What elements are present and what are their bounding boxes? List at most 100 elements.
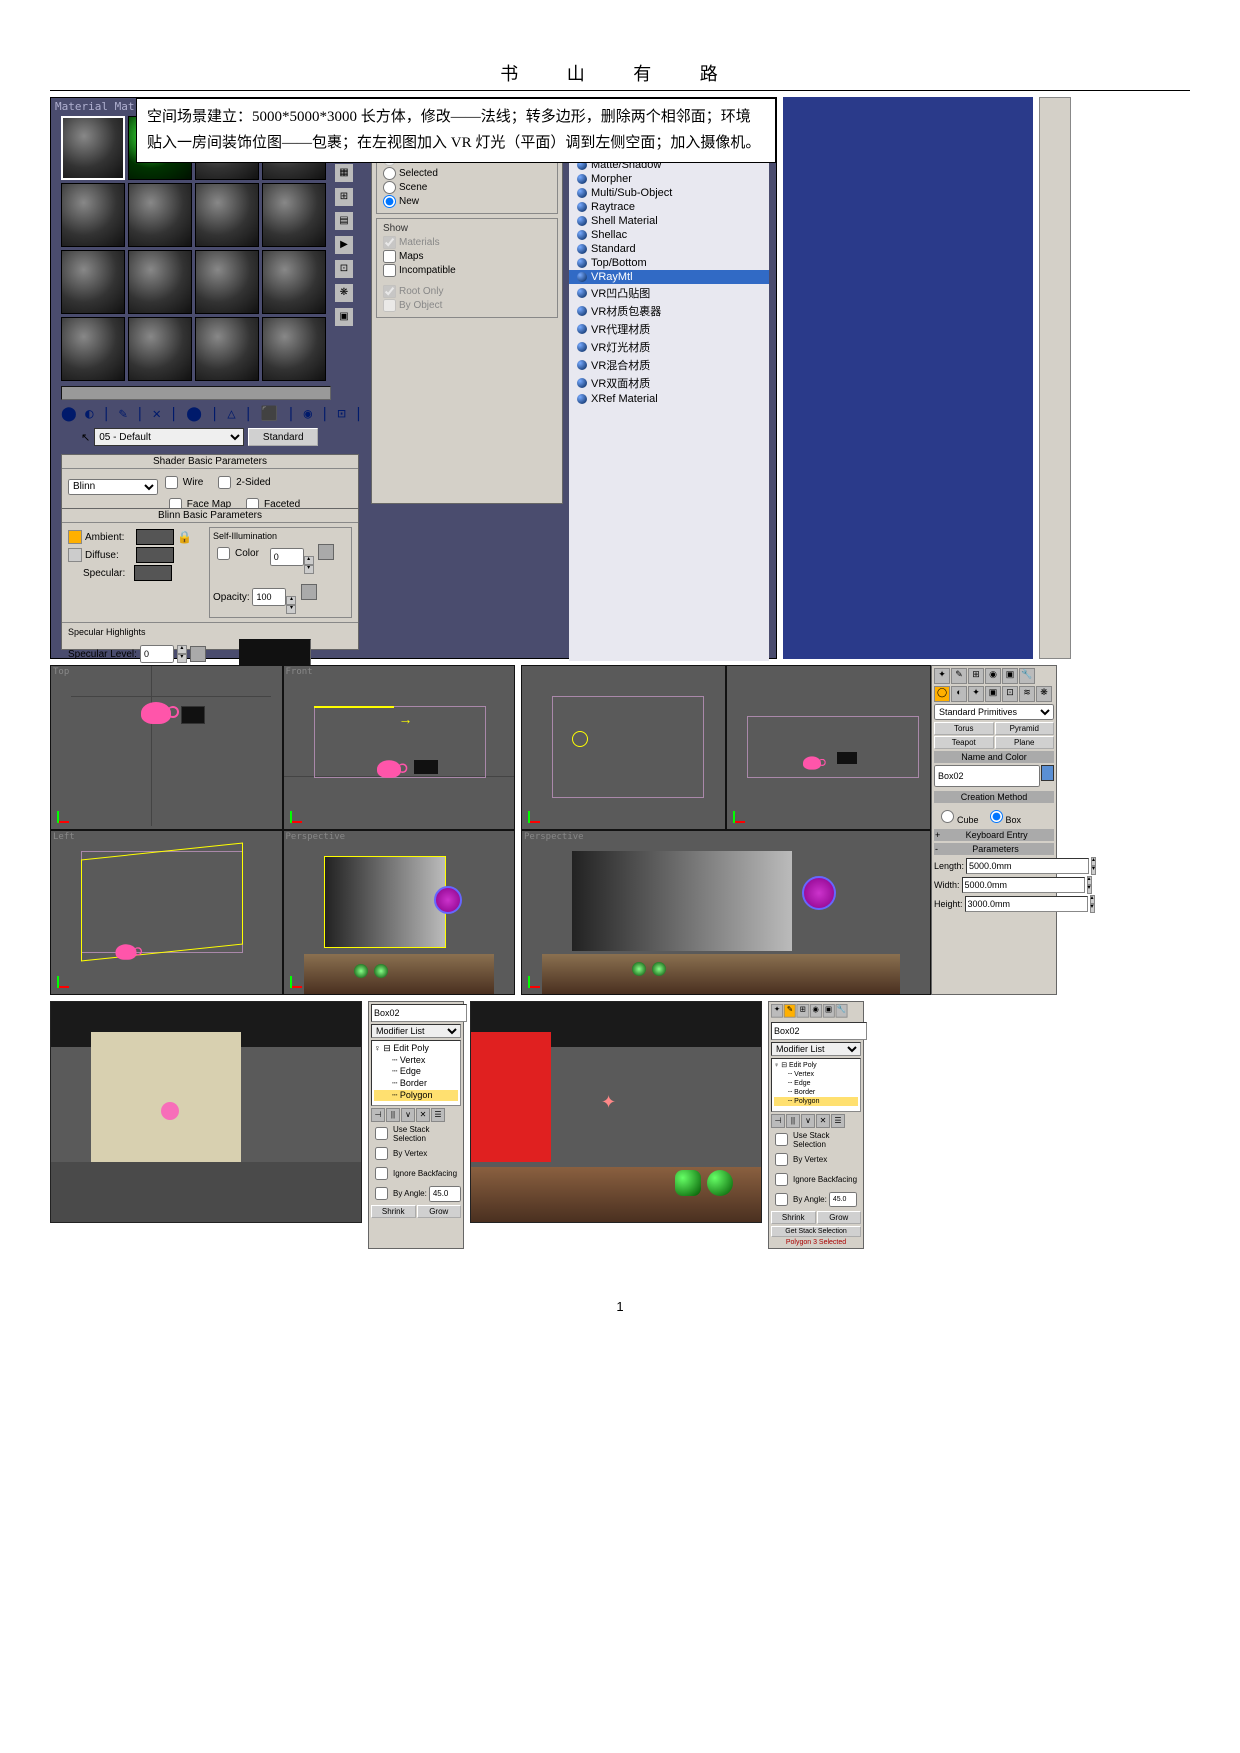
right-scroll[interactable] xyxy=(1039,97,1071,659)
two-sided-checkbox[interactable]: 2-Sided xyxy=(214,473,270,492)
material-slot[interactable] xyxy=(128,183,192,247)
lock-icon[interactable] xyxy=(68,548,82,562)
command-tabs[interactable]: ✦✎⊞◉▣🔧 xyxy=(771,1004,848,1018)
viewport-left[interactable]: Left xyxy=(50,830,283,995)
select-by-mat-icon[interactable]: ❋ xyxy=(335,284,353,302)
hierarchy-tab-icon[interactable]: ⊞ xyxy=(968,668,984,684)
create-tab-icon[interactable]: ✦ xyxy=(934,668,950,684)
browse-new[interactable]: New xyxy=(383,195,551,208)
torus-button[interactable]: Torus xyxy=(934,722,994,735)
material-slot[interactable] xyxy=(262,317,326,381)
material-slot[interactable] xyxy=(262,250,326,314)
box-radio[interactable]: Box xyxy=(985,807,1022,825)
ignore-backfacing-checkbox[interactable]: Ignore Backfacing xyxy=(371,1164,461,1183)
teapot-button[interactable]: Teapot xyxy=(934,736,994,749)
list-item-selected[interactable]: VRayMtl xyxy=(569,270,769,284)
modifier-stack[interactable]: ♀ ⊟ Edit Poly ┄ Vertex ┄ Edge ┄ Border ┄… xyxy=(771,1058,861,1112)
diffuse-swatch[interactable] xyxy=(136,547,174,563)
move-gizmo[interactable] xyxy=(802,876,836,910)
material-slot[interactable] xyxy=(195,183,259,247)
stack-toolbar[interactable]: ⊣||∨✕☰ xyxy=(771,1114,861,1128)
si-map-button[interactable] xyxy=(318,544,334,560)
list-item[interactable]: Raytrace xyxy=(569,200,769,214)
show-end-icon[interactable]: || xyxy=(386,1108,400,1122)
slot-scrollbar[interactable] xyxy=(61,386,331,400)
browse-scene[interactable]: Scene xyxy=(383,181,551,194)
spec-level-input[interactable] xyxy=(140,645,174,663)
sample-uv-icon[interactable]: ⊞ xyxy=(335,188,353,206)
geometry-icon[interactable]: ◯ xyxy=(934,686,950,702)
by-angle-checkbox[interactable]: By Angle: xyxy=(371,1184,461,1203)
by-vertex-checkbox[interactable]: By Vertex xyxy=(371,1144,461,1163)
opacity-map-button[interactable] xyxy=(301,584,317,600)
spinner-icon[interactable]: ▴▾ xyxy=(1090,895,1095,913)
list-item[interactable]: Morpher xyxy=(569,172,769,186)
lights-icon[interactable]: ✦ xyxy=(968,686,984,702)
pin-icon[interactable]: ⊣ xyxy=(371,1108,385,1122)
by-angle-checkbox[interactable]: By Angle: xyxy=(771,1190,861,1209)
modifier-stack[interactable]: ♀ ⊟ Edit Poly ┄ Vertex ┄ Edge ┄ Border ┄… xyxy=(371,1040,461,1106)
color-swatch[interactable] xyxy=(1041,765,1054,781)
stack-toolbar[interactable]: ⊣||∨✕☰ xyxy=(371,1108,461,1122)
object-name-input[interactable] xyxy=(934,765,1040,787)
spinner-icon[interactable]: ▴▾ xyxy=(177,645,187,663)
list-item[interactable]: Standard xyxy=(569,242,769,256)
create-category-tabs[interactable]: ◯◐✦▣⊡≋❋ xyxy=(934,686,1054,702)
length-input[interactable] xyxy=(966,858,1089,874)
get-stack-button[interactable]: Get Stack Selection xyxy=(771,1226,861,1237)
si-value-input[interactable] xyxy=(270,548,304,566)
spec-map-button[interactable] xyxy=(190,646,206,662)
remove-icon[interactable]: ✕ xyxy=(416,1108,430,1122)
display-tab-icon[interactable]: ▣ xyxy=(1002,668,1018,684)
viewport-top[interactable] xyxy=(521,665,726,830)
systems-icon[interactable]: ❋ xyxy=(1036,686,1052,702)
object-name-input[interactable] xyxy=(371,1004,467,1022)
material-name-dropdown[interactable]: 05 - Default xyxy=(94,428,244,446)
height-input[interactable] xyxy=(965,896,1088,912)
utility-tab-icon[interactable]: 🔧 xyxy=(1019,668,1035,684)
shrink-button[interactable]: Shrink xyxy=(771,1211,816,1224)
creation-method-header[interactable]: Creation Method xyxy=(934,791,1054,803)
material-toolbar[interactable]: ⬤ ◐ | ✎ | ✕ | ⬤ | △ | ⬛ | ◉ | ⊡ | ⫿⫿ ◈ ✦ xyxy=(61,406,414,422)
parameters-header[interactable]: -Parameters xyxy=(934,843,1054,855)
material-type-list[interactable]: DirectX 9 Shader Double Sided Ink 'n Pai… xyxy=(569,98,769,661)
ignore-backfacing-checkbox[interactable]: Ignore Backfacing xyxy=(771,1170,861,1189)
mat-map-nav-icon[interactable]: ▣ xyxy=(335,308,353,326)
modifier-list-dropdown[interactable]: Modifier List xyxy=(371,1024,461,1038)
plane-button[interactable]: Plane xyxy=(995,736,1055,749)
material-type-button[interactable]: Standard xyxy=(248,428,318,446)
viewport-top[interactable]: Top xyxy=(50,665,283,830)
material-slot[interactable] xyxy=(61,317,125,381)
rollout-title[interactable]: Blinn Basic Parameters xyxy=(62,509,358,523)
list-item[interactable]: VR灯光材质 xyxy=(569,338,769,356)
material-slot[interactable] xyxy=(128,317,192,381)
spinner-icon[interactable]: ▴▾ xyxy=(304,556,314,574)
opacity-input[interactable] xyxy=(252,588,286,606)
list-item[interactable]: VR双面材质 xyxy=(569,374,769,392)
viewport-front[interactable] xyxy=(726,665,931,830)
list-item[interactable]: VR材质包裹器 xyxy=(569,302,769,320)
modifier-list-dropdown[interactable]: Modifier List xyxy=(771,1042,861,1056)
options-icon[interactable]: ⊡ xyxy=(335,260,353,278)
helpers-icon[interactable]: ⊡ xyxy=(1002,686,1018,702)
rollout-title[interactable]: Shader Basic Parameters xyxy=(62,455,358,469)
cube-radio[interactable]: Cube xyxy=(936,807,979,825)
material-slot[interactable] xyxy=(128,250,192,314)
material-slot[interactable] xyxy=(262,183,326,247)
by-vertex-checkbox[interactable]: By Vertex xyxy=(771,1150,861,1169)
shader-dropdown[interactable]: Blinn xyxy=(68,479,158,495)
spinner-icon[interactable]: ▴▾ xyxy=(286,596,296,614)
list-item[interactable]: Multi/Sub-Object xyxy=(569,186,769,200)
ambient-swatch[interactable] xyxy=(136,529,174,545)
room-perspective-1[interactable] xyxy=(50,1001,362,1223)
grow-button[interactable]: Grow xyxy=(417,1205,462,1218)
command-tabs[interactable]: ✦✎⊞◉▣🔧 xyxy=(934,668,1054,684)
si-color-checkbox[interactable]: Color xyxy=(213,544,259,563)
grow-button[interactable]: Grow xyxy=(817,1211,862,1224)
spacewarps-icon[interactable]: ≋ xyxy=(1019,686,1035,702)
list-item[interactable]: VR混合材质 xyxy=(569,356,769,374)
object-name-input[interactable] xyxy=(771,1022,867,1040)
motion-tab-icon[interactable]: ◉ xyxy=(985,668,1001,684)
pyramid-button[interactable]: Pyramid xyxy=(995,722,1055,735)
viewport-perspective[interactable]: Perspective xyxy=(283,830,516,995)
